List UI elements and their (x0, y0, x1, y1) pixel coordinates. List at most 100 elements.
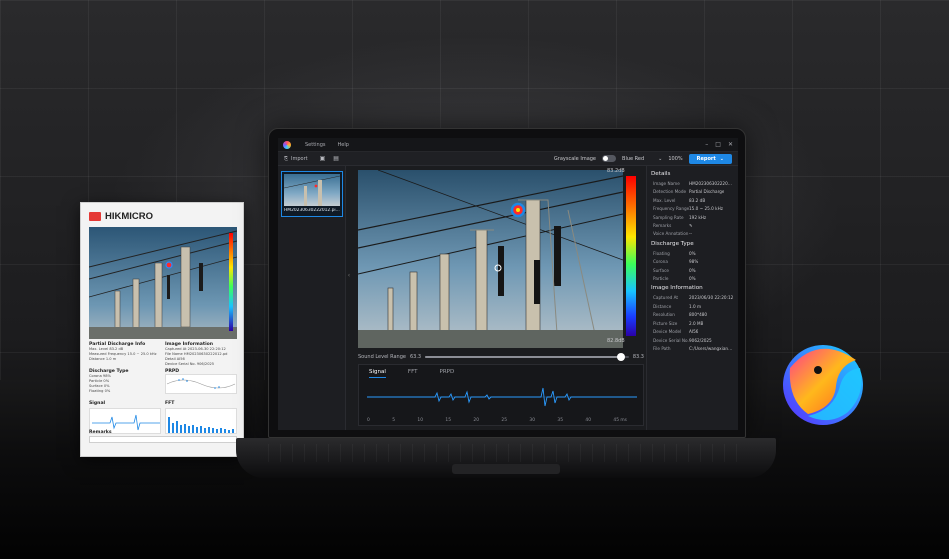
info-row: Distance 1.0 m (651, 303, 734, 311)
discharge-row-key: Floating (653, 250, 670, 256)
detail-row-key: Detection Mode (653, 189, 687, 195)
maximize-button[interactable]: □ (715, 141, 721, 148)
image-viewer[interactable] (358, 170, 623, 348)
signal-waveform (367, 387, 637, 407)
info-row-value: 2.0 MB (689, 320, 704, 326)
discharge-rows: Floating 0% Corona 98% Surface 0% Particle 0% (651, 250, 734, 284)
detail-row: Voice Annotation -- (651, 230, 734, 238)
sound-level-range: Sound Level Range 63.3 83.3 (358, 352, 644, 362)
info-row-key: File Path (653, 345, 671, 351)
detail-row-value: ✎ (689, 223, 693, 229)
sound-level-min: 63.3 (409, 354, 422, 360)
discharge-row: Corona 98% (651, 258, 734, 266)
import-icon: ⎘ (284, 155, 289, 162)
discharge-row-value: 0% (689, 250, 696, 256)
report-img-line: Device Serial No. 906/2025 (165, 362, 215, 366)
sound-level-slider[interactable] (425, 353, 629, 361)
palette-value: Blue Red (622, 155, 645, 162)
signal-tick: 15 (445, 418, 451, 423)
sound-level-knob[interactable] (616, 353, 625, 361)
menu-settings[interactable]: Settings (305, 142, 326, 148)
tab-fft[interactable]: FFT (408, 369, 418, 378)
info-row-value: 1.0 m (689, 303, 702, 309)
details-rows: Image Name HM20230630222012.pd_1Detection… (651, 180, 734, 239)
report-brand: HIKMICRO (89, 211, 153, 222)
detail-row-value: 192 kHz (689, 214, 707, 220)
report-remarks-box (89, 436, 237, 443)
menu-help[interactable]: Help (338, 142, 349, 148)
info-row-key: Device Serial No. (653, 337, 689, 343)
detail-row-key: Image Name (653, 181, 680, 186)
report-pd-info: Partial Discharge Info Max. Level 83.2 d… (89, 342, 161, 362)
info-row-key: Captured At (653, 295, 679, 301)
report-discharge-type: Discharge Type Corona 98% Particle 0% Su… (89, 369, 161, 394)
collapse-panel-handle[interactable]: ‹ (346, 272, 352, 288)
thumbnail-item[interactable]: HM20230630222012.pi... (281, 171, 343, 217)
minimize-button[interactable]: – (705, 141, 708, 148)
detail-row: Remarks ✎ (651, 222, 734, 230)
detail-row-key: Sampling Rate (653, 214, 684, 220)
laptop-trackpad (452, 464, 560, 474)
discharge-row-key: Particle (653, 276, 669, 282)
import-label: Import (291, 155, 308, 162)
detail-row-key: Remarks (653, 223, 672, 229)
info-row: Device Serial No. 9062/2025 (651, 337, 734, 345)
analysis-app-window: Settings Help – □ ✕ ⎘ Import ▣ ▤ Graysca… (278, 138, 738, 430)
detail-row-key: Max. Level (653, 197, 676, 203)
discharge-row: Surface 0% (651, 267, 734, 275)
detail-row-key: Frequency Range (653, 206, 689, 212)
printed-report: HIKMICRO Partial Discharge Info Max. Lev… (80, 202, 244, 457)
import-button[interactable]: ⎘ Import (284, 156, 308, 162)
export-icon[interactable]: ▤ (333, 155, 339, 162)
report-fft-chart (165, 408, 237, 434)
detail-row-value: Partial Discharge (689, 189, 725, 195)
report-color-scale (229, 233, 233, 331)
signal-tick: 45 ms (613, 418, 627, 423)
report-label: Report (696, 155, 716, 162)
signal-tick: 35 (557, 418, 563, 423)
image-info-title: Image Information (651, 285, 703, 292)
signal-tick: 10 (417, 418, 423, 423)
info-row: Device Model AI56 (651, 328, 734, 336)
color-scale-bar (626, 176, 636, 336)
signal-tick: 5 (392, 418, 395, 423)
tab-prpd[interactable]: PRPD (440, 369, 455, 378)
detail-row: Sampling Rate 192 kHz (651, 214, 734, 222)
close-button[interactable]: ✕ (728, 141, 733, 148)
report-fft: FFT (165, 401, 237, 406)
report-image-info: Image Information Captured At 2023-06-30… (165, 342, 237, 367)
report-prpd: PRPD (165, 369, 237, 398)
thumbnail-image (283, 174, 341, 206)
info-row-key: Distance (653, 303, 672, 309)
save-icon[interactable]: ▣ (320, 155, 326, 162)
tab-signal[interactable]: Signal (369, 369, 386, 378)
report-thermal-image (89, 227, 237, 339)
info-row: File Path C:/Users/wangxiangyu12/De... (651, 345, 734, 353)
grayscale-toggle[interactable] (602, 155, 617, 162)
scale-min-label: 82.8dB (607, 338, 625, 344)
report-remarks: Remarks (89, 430, 161, 435)
discharge-row-key: Corona (653, 259, 668, 265)
discharge-type-title: Discharge Type (651, 240, 694, 247)
report-fft-bars (168, 417, 234, 433)
thumbnail-panel: HM20230630222012.pi... (278, 166, 346, 430)
laptop-keyboard (268, 444, 746, 462)
chevron-down-icon: ⌄ (658, 155, 663, 162)
detail-row-value: HM20230630222012.pd_1 (689, 181, 734, 186)
workspace: HM20230630222012.pi... ‹ 83.2dB 82.8dB S… (278, 166, 738, 430)
detail-row: Frequency Range 15.0 ~ 25.0 kHz (651, 205, 734, 213)
detail-row-value: 15.0 ~ 25.0 kHz (689, 206, 723, 212)
report-button[interactable]: Report ⌄ (688, 153, 732, 164)
signal-tick: 25 (501, 418, 507, 423)
discharge-row-key: Surface (653, 267, 669, 273)
report-brand-name: HIKMICRO (105, 211, 154, 222)
grayscale-label: Grayscale Image (553, 155, 597, 162)
signal-tick: 30 (529, 418, 535, 423)
report-substation-photo (89, 227, 237, 339)
info-row-value: C:/Users/wangxiangyu12/De... (689, 345, 734, 351)
report-remarks-title: Remarks (89, 430, 112, 435)
zoom-level[interactable]: 100% (668, 156, 682, 162)
thumbnail-label: HM20230630222012.pi... (284, 208, 340, 213)
report-fft-title: FFT (165, 401, 175, 406)
palette-select[interactable]: Blue Red ⌄ (622, 156, 662, 162)
